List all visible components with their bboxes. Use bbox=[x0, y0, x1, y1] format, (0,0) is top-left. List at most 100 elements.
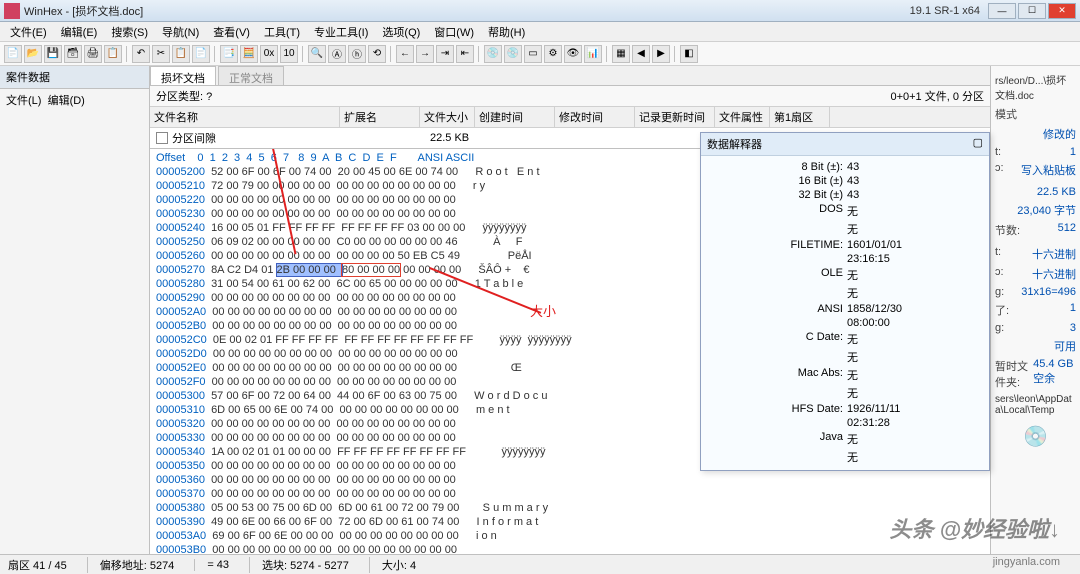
tool-back-icon[interactable]: ← bbox=[396, 45, 414, 63]
window-title: WinHex - [损坏文档.doc] bbox=[24, 3, 910, 19]
left-panel: 案件数据 文件(L) 编辑(D) bbox=[0, 66, 150, 554]
tab-normal[interactable]: 正常文档 bbox=[218, 66, 284, 85]
status-size: 4 bbox=[410, 560, 416, 572]
menu-tools[interactable]: 工具(T) bbox=[258, 22, 306, 42]
hex-row[interactable]: 00005390 49 00 6E 00 66 00 6F 00 72 00 6… bbox=[156, 515, 984, 529]
left-edit[interactable]: 编辑(D) bbox=[48, 95, 85, 107]
col-size[interactable]: 文件大小 bbox=[420, 107, 475, 127]
menu-pro[interactable]: 专业工具(I) bbox=[308, 22, 374, 42]
tool-fwd-icon[interactable]: → bbox=[416, 45, 434, 63]
tool-new-icon[interactable]: 📄 bbox=[4, 45, 22, 63]
tool-findtxt-icon[interactable]: ⓗ bbox=[348, 45, 366, 63]
interpreter-row: ANSI1858/12/30 bbox=[709, 302, 981, 316]
tool-findhex-icon[interactable]: Ⓐ bbox=[328, 45, 346, 63]
menu-edit[interactable]: 编辑(E) bbox=[55, 22, 104, 42]
tool-paste-icon[interactable]: 📄 bbox=[192, 45, 210, 63]
tool-calc-icon[interactable]: 🧮 bbox=[240, 45, 258, 63]
right-row: 22.5 KB bbox=[995, 184, 1076, 200]
menu-options[interactable]: 选项(Q) bbox=[376, 22, 426, 42]
tool-bin-icon[interactable]: 10 bbox=[280, 45, 298, 63]
status-eq: = 43 bbox=[194, 559, 229, 571]
tab-damaged[interactable]: 损坏文档 bbox=[150, 66, 216, 85]
menu-search[interactable]: 搜索(S) bbox=[105, 22, 154, 42]
tool-props-icon[interactable]: 📋 bbox=[104, 45, 122, 63]
tool-ram-icon[interactable]: ▭ bbox=[524, 45, 542, 63]
menu-nav[interactable]: 导航(N) bbox=[156, 22, 205, 42]
tool-mark-icon[interactable]: ◀ bbox=[632, 45, 650, 63]
right-path-bot: sers\leon\AppData\Local\Temp bbox=[995, 392, 1076, 418]
tool-saveall-icon[interactable]: 🗃 bbox=[64, 45, 82, 63]
tool-gear-icon[interactable]: ⚙ bbox=[544, 45, 562, 63]
interpreter-close-icon[interactable]: ▢ bbox=[973, 136, 983, 152]
hex-row[interactable]: 00005370 00 00 00 00 00 00 00 00 00 00 0… bbox=[156, 487, 984, 501]
tool-mark2-icon[interactable]: ▶ bbox=[652, 45, 670, 63]
hex-row[interactable]: 00005380 05 00 53 00 75 00 6D 00 6D 00 6… bbox=[156, 501, 984, 515]
right-path-top: rs/leon/D...\损坏文档.doc bbox=[995, 70, 1076, 104]
hex-row[interactable]: 000053B0 00 00 00 00 00 00 00 00 00 00 0… bbox=[156, 543, 984, 554]
interpreter-row: 02:31:28 bbox=[709, 416, 981, 430]
app-icon bbox=[4, 3, 20, 19]
tool-disk2-icon[interactable]: 💿 bbox=[504, 45, 522, 63]
col-sec[interactable]: 第1扇区 bbox=[770, 107, 830, 127]
interpreter-title: 数据解释器 bbox=[707, 136, 762, 152]
tool-clipboard-icon[interactable]: 📑 bbox=[220, 45, 238, 63]
col-mtime[interactable]: 修改时间 bbox=[555, 107, 635, 127]
interpreter-row: 无 bbox=[709, 348, 981, 366]
tool-copy-icon[interactable]: 📋 bbox=[172, 45, 190, 63]
status-offset: 5274 bbox=[150, 560, 174, 572]
tool-eraser-icon[interactable]: ◧ bbox=[680, 45, 698, 63]
interpreter-row: Mac Abs:无 bbox=[709, 366, 981, 384]
tool-open-icon[interactable]: 📂 bbox=[24, 45, 42, 63]
menu-window[interactable]: 窗口(W) bbox=[428, 22, 480, 42]
col-name[interactable]: 文件名称 bbox=[150, 107, 340, 127]
col-ctime[interactable]: 创建时间 bbox=[475, 107, 555, 127]
right-row: 23,040 字节 bbox=[995, 200, 1076, 220]
status-size-lbl: 大小: bbox=[382, 560, 407, 572]
interpreter-row: FILETIME:1601/01/01 bbox=[709, 238, 981, 252]
tool-find-icon[interactable]: 🔍 bbox=[308, 45, 326, 63]
hex-row[interactable]: 000053A0 69 00 6F 00 6E 00 00 00 00 00 0… bbox=[156, 529, 984, 543]
menubar: 文件(E) 编辑(E) 搜索(S) 导航(N) 查看(V) 工具(T) 专业工具… bbox=[0, 22, 1080, 42]
interpreter-row: 32 Bit (±)43 bbox=[709, 188, 981, 202]
tool-disk-icon[interactable]: 💿 bbox=[484, 45, 502, 63]
annotation-size: 大小 bbox=[530, 305, 556, 319]
right-row: ɔ:十六进制 bbox=[995, 264, 1076, 284]
version-label: 19.1 SR-1 x64 bbox=[910, 5, 980, 17]
menu-file[interactable]: 文件(E) bbox=[4, 22, 53, 42]
tool-goto-icon[interactable]: ⇥ bbox=[436, 45, 454, 63]
tool-hex-icon[interactable]: 0x bbox=[260, 45, 278, 63]
tool-save-icon[interactable]: 💾 bbox=[44, 45, 62, 63]
tool-view2-icon[interactable]: 📊 bbox=[584, 45, 602, 63]
col-rtime[interactable]: 记录更新时间 bbox=[635, 107, 715, 127]
minimize-button[interactable]: — bbox=[988, 3, 1016, 19]
maximize-button[interactable]: ☐ bbox=[1018, 3, 1046, 19]
interpreter-row: 8 Bit (±):43 bbox=[709, 160, 981, 174]
tool-cut-icon[interactable]: ✂ bbox=[152, 45, 170, 63]
close-button[interactable]: ✕ bbox=[1048, 3, 1076, 19]
right-row: ɡ:31x16=496 bbox=[995, 284, 1076, 300]
menu-help[interactable]: 帮助(H) bbox=[482, 22, 531, 42]
left-file[interactable]: 文件(L) bbox=[6, 95, 41, 107]
interpreter-row: 无 bbox=[709, 448, 981, 466]
tool-block-icon[interactable]: ▦ bbox=[612, 45, 630, 63]
right-row: t:1 bbox=[995, 144, 1076, 160]
hex-row[interactable]: 00005360 00 00 00 00 00 00 00 00 00 00 0… bbox=[156, 473, 984, 487]
file-count: 0+0+1 文件, 0 分区 bbox=[890, 88, 984, 104]
col-ext[interactable]: 扩展名 bbox=[340, 107, 420, 127]
tool-undo-icon[interactable]: ↶ bbox=[132, 45, 150, 63]
status-offset-lbl: 偏移地址: bbox=[100, 560, 147, 572]
tool-view-icon[interactable]: 👁 bbox=[564, 45, 582, 63]
tool-goback-icon[interactable]: ⇤ bbox=[456, 45, 474, 63]
interpreter-row: HFS Date:1926/11/11 bbox=[709, 402, 981, 416]
col-attr[interactable]: 文件属性 bbox=[715, 107, 770, 127]
right-row: 节数:512 bbox=[995, 220, 1076, 240]
partition-type: 分区类型: ? bbox=[156, 88, 212, 104]
tool-replace-icon[interactable]: ⟲ bbox=[368, 45, 386, 63]
interpreter-row: C Date:无 bbox=[709, 330, 981, 348]
right-row: t:十六进制 bbox=[995, 244, 1076, 264]
case-data-header: 案件数据 bbox=[0, 66, 149, 89]
menu-view[interactable]: 查看(V) bbox=[207, 22, 256, 42]
data-interpreter[interactable]: 数据解释器 ▢ 8 Bit (±):4316 Bit (±)4332 Bit (… bbox=[700, 132, 990, 471]
tool-print-icon[interactable]: 🖨 bbox=[84, 45, 102, 63]
interpreter-row: 无 bbox=[709, 284, 981, 302]
